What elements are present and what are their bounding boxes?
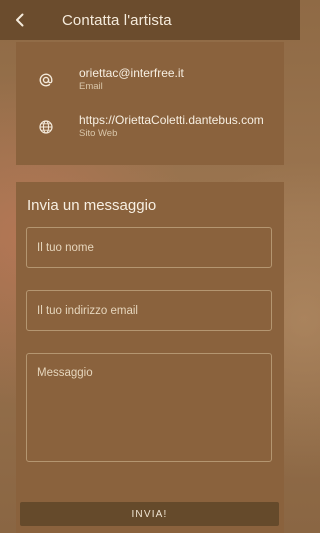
form-title: Invia un messaggio [27,197,157,214]
email-label: Email [79,81,103,92]
website-value: https://OriettaColetti.dantebus.com [79,113,264,127]
email-input[interactable]: Il tuo indirizzo email [26,290,272,331]
back-button[interactable] [0,0,40,40]
email-value: oriettac@interfree.it [79,66,184,80]
contact-email-row[interactable]: oriettac@interfree.it Email [16,66,284,106]
name-placeholder: Il tuo nome [37,241,94,254]
email-placeholder: Il tuo indirizzo email [37,304,138,317]
globe-icon [36,117,56,137]
message-textarea[interactable]: Messaggio [26,353,272,462]
back-arrow-icon [16,13,24,27]
message-placeholder: Messaggio [37,367,93,379]
at-icon [36,70,56,90]
send-button[interactable]: INVIA! [20,502,279,526]
app-header: Contatta l'artista [0,0,300,40]
contact-info-card: oriettac@interfree.it Email https://Orie… [16,42,284,165]
contact-website-row[interactable]: https://OriettaColetti.dantebus.com Sito… [16,113,284,153]
message-form-card: Invia un messaggio Il tuo nome Il tuo in… [16,182,284,533]
page-title: Contatta l'artista [62,11,172,29]
name-input[interactable]: Il tuo nome [26,227,272,268]
website-label: Sito Web [79,128,118,139]
